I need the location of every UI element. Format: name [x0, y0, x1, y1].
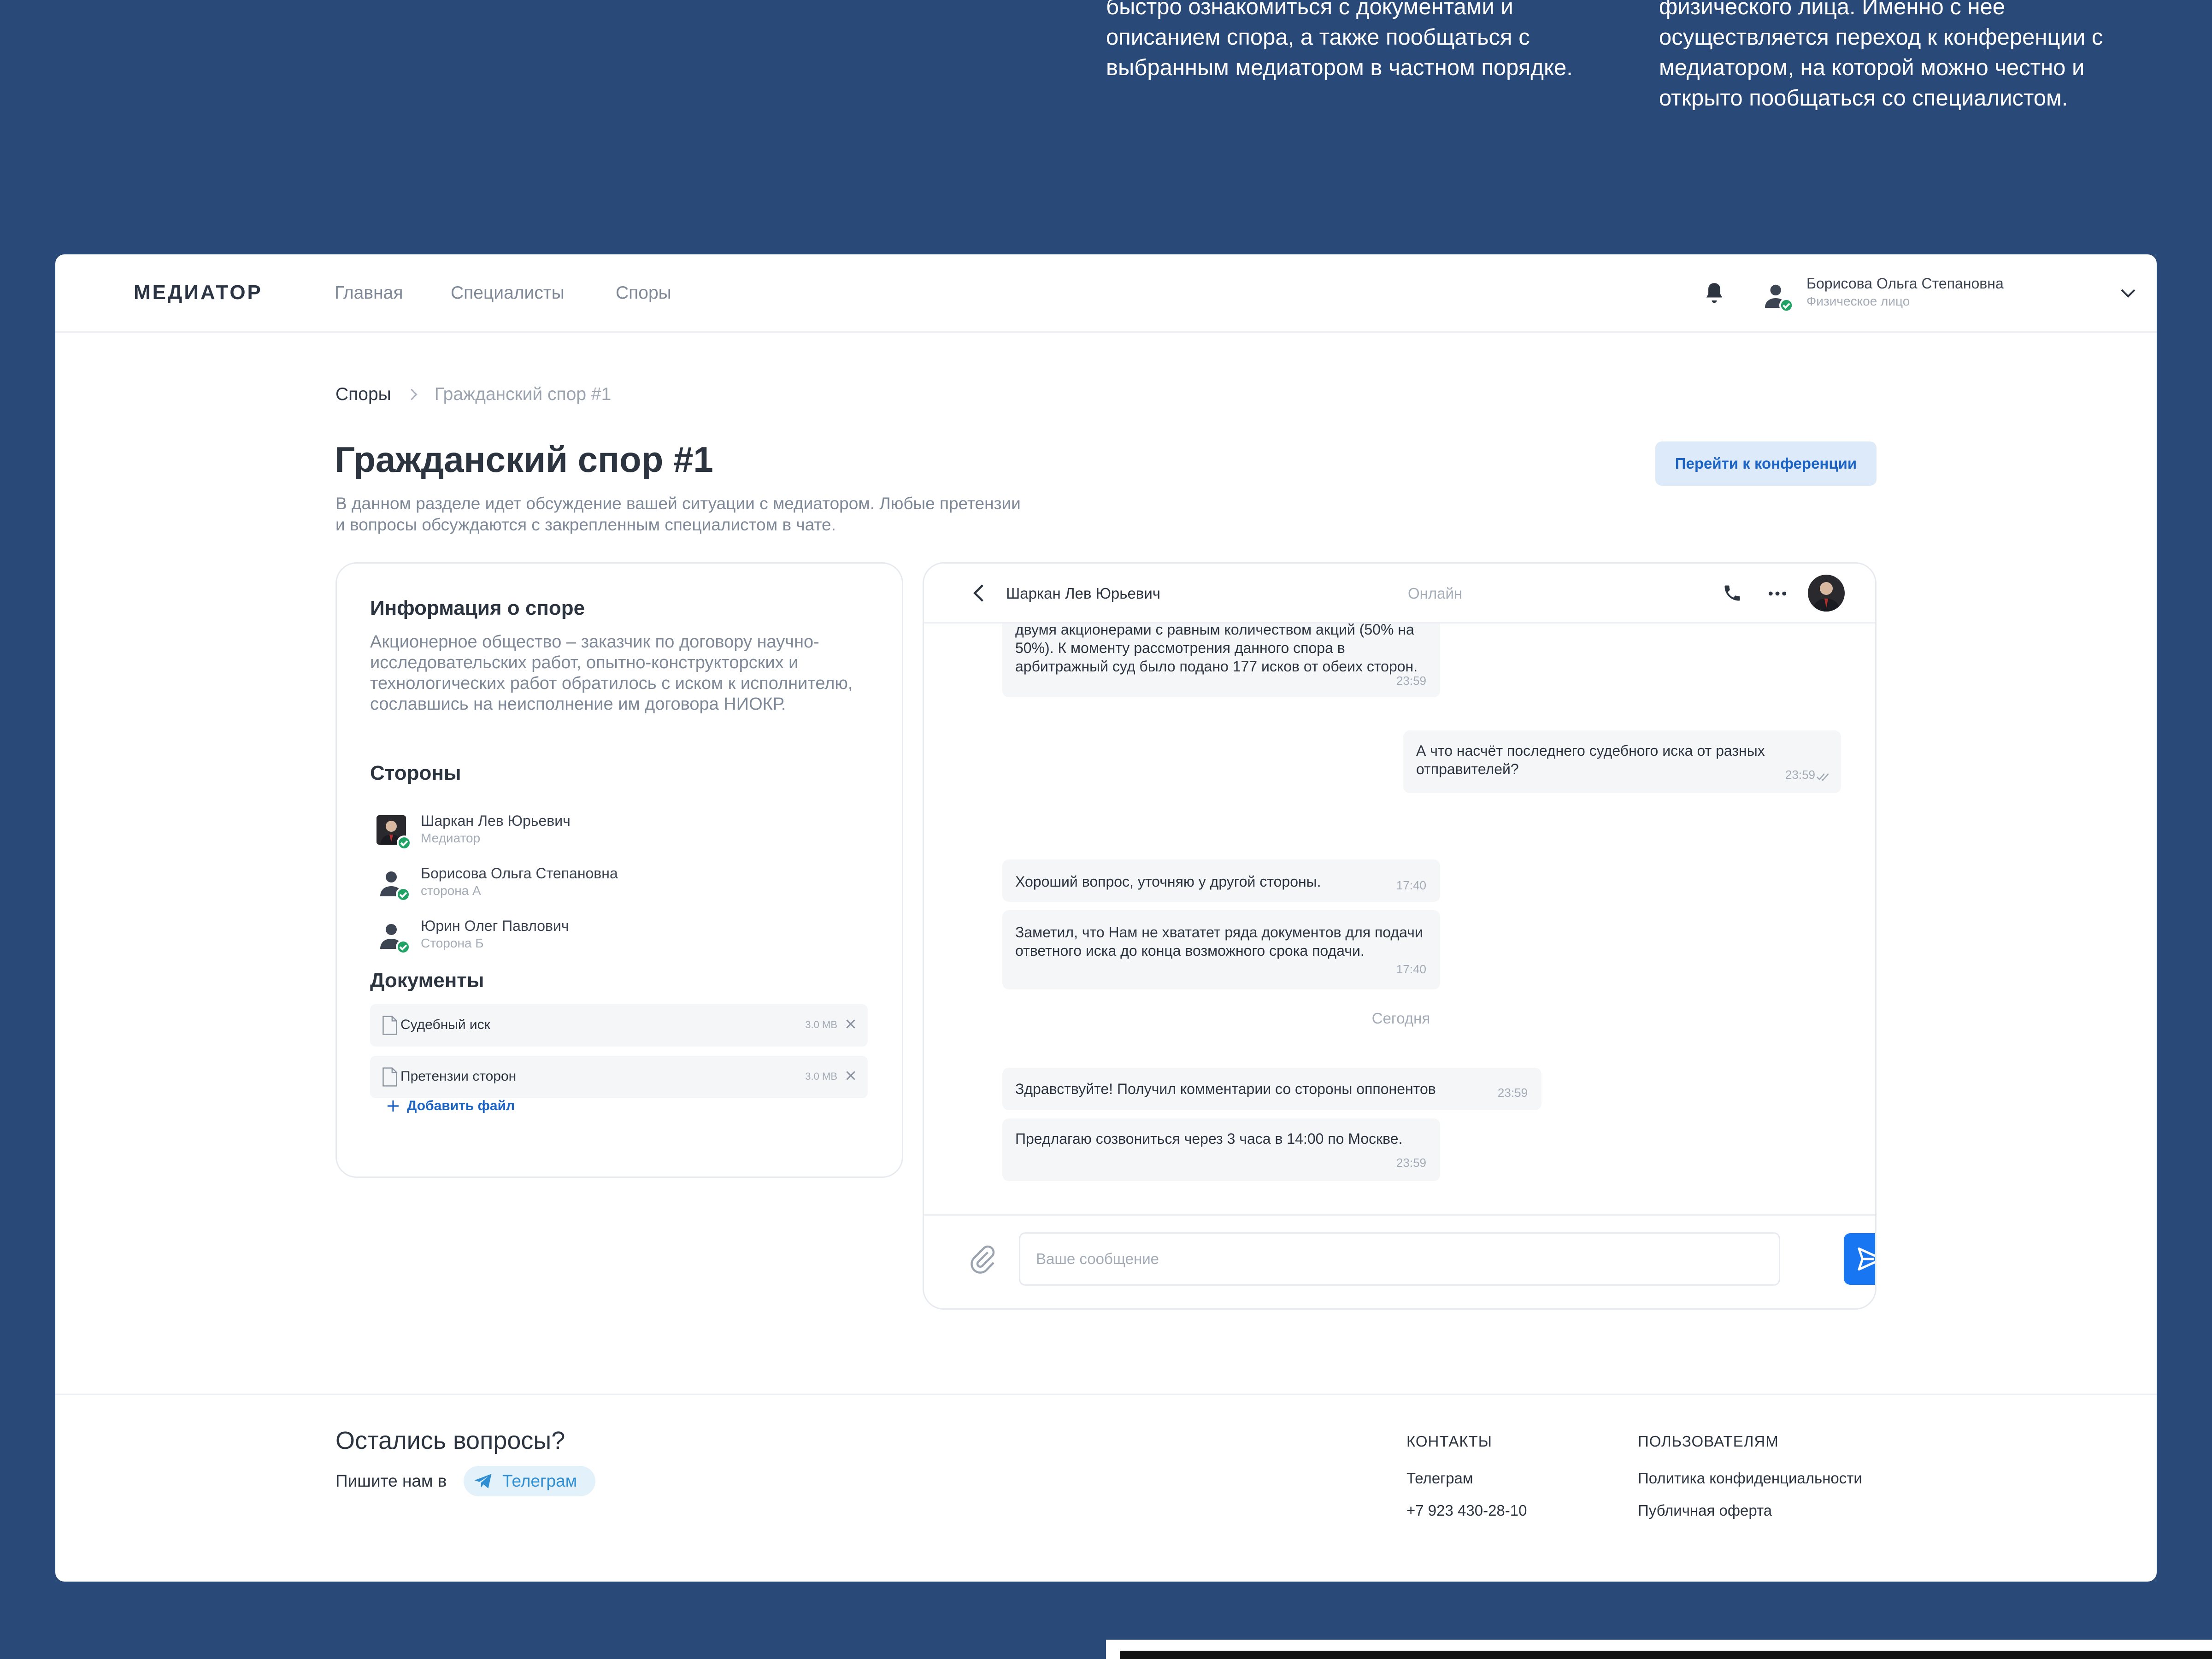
telegram-label: Телеграм — [502, 1471, 577, 1490]
message-incoming: Хороший вопрос, уточняю у другой стороны… — [1002, 859, 1440, 902]
attachment-icon[interactable] — [968, 1241, 996, 1275]
file-icon — [382, 1067, 397, 1087]
back-arrow-icon[interactable] — [970, 583, 988, 603]
message-text: Хороший вопрос, уточняю у другой стороны… — [1015, 873, 1321, 890]
contact-telegram-link[interactable]: Телеграм — [1406, 1470, 1473, 1487]
user-name[interactable]: Борисова Ольга Степановна — [1806, 275, 2004, 292]
user-verified-icon — [380, 871, 411, 902]
message-input[interactable] — [1019, 1232, 1780, 1286]
user-verified-icon[interactable] — [1762, 281, 1794, 313]
nav-link-home[interactable]: Главная — [335, 283, 403, 303]
privacy-policy-link[interactable]: Политика конфиденциальности — [1638, 1470, 1862, 1487]
go-to-conference-button[interactable]: Перейти к конференции — [1655, 441, 1877, 486]
document-item[interactable]: Судебный иск 3.0 MB — [370, 1004, 868, 1047]
documents-title: Документы — [370, 969, 484, 992]
party-name: Шаркан Лев Юрьевич — [421, 812, 571, 829]
message-text: Здравствуйте! Получил комментарии со сто… — [1015, 1081, 1436, 1097]
message-incoming: двумя акционерами с равным количеством а… — [1002, 624, 1440, 697]
file-icon — [382, 1016, 397, 1035]
footer-write-us: Пишите нам в — [335, 1471, 447, 1490]
parties-title: Стороны — [370, 762, 461, 784]
add-file-button[interactable]: Добавить файл — [387, 1098, 515, 1114]
message-time: 23:59 — [1785, 768, 1815, 782]
party-item[interactable]: Шаркан Лев Юрьевич Медиатор — [375, 812, 835, 854]
add-file-label: Добавить файл — [407, 1098, 515, 1113]
party-role: Сторона Б — [421, 936, 484, 950]
document-name: Судебный иск — [400, 1017, 490, 1032]
read-checkmarks-icon — [1816, 773, 1829, 781]
info-text: Акционерное общество – заказчик по догов… — [370, 632, 853, 714]
page-title: Гражданский спор #1 — [335, 439, 713, 480]
chevron-right-icon — [411, 388, 418, 400]
chat-header: Шаркан Лев Юрьевич Онлайн — [924, 564, 1875, 624]
user-verified-icon — [380, 924, 411, 954]
public-offer-link[interactable]: Публичная оферта — [1638, 1502, 1772, 1519]
intro-text-left: быстро ознакомиться с документами и опис… — [1106, 0, 1573, 80]
footer: Остались вопросы? Пишите нам в Телеграм … — [55, 1394, 2157, 1582]
contact-phone-link[interactable]: +7 923 430-28-10 — [1406, 1502, 1527, 1519]
message-outgoing: А что насчёт последнего судебного иска о… — [1403, 730, 1841, 793]
send-icon — [1858, 1247, 1875, 1271]
close-icon[interactable] — [845, 1018, 857, 1030]
document-size: 3.0 MB — [805, 1019, 837, 1030]
user-role: Физическое лицо — [1806, 294, 1910, 308]
chat-panel: Шаркан Лев Юрьевич Онлайн двумя акционер… — [923, 562, 1877, 1310]
mediator-avatar — [377, 815, 412, 850]
document-size: 3.0 MB — [805, 1071, 837, 1082]
page-description: В данном разделе идет обсуждение вашей с… — [335, 494, 1021, 534]
party-item[interactable]: Юрин Олег Павлович Сторона Б — [375, 918, 835, 959]
chat-status: Онлайн — [1408, 585, 1463, 602]
breadcrumb-disputes[interactable]: Споры — [335, 384, 391, 405]
message-list[interactable]: двумя акционерами с равным количеством а… — [924, 624, 1875, 1214]
message-text: Заметил, что Нам не хвататет ряда докуме… — [1015, 924, 1423, 959]
party-item[interactable]: Борисова Ольга Степановна сторона А — [375, 865, 835, 906]
message-time: 17:40 — [1396, 962, 1426, 976]
party-role: сторона А — [421, 883, 481, 898]
telegram-link-badge[interactable]: Телеграм — [464, 1466, 596, 1496]
close-icon[interactable] — [845, 1070, 857, 1082]
message-time: 23:59 — [1497, 1086, 1528, 1100]
telegram-icon — [474, 1474, 492, 1488]
info-title: Информация о споре — [370, 597, 585, 619]
contact-avatar[interactable] — [1808, 575, 1845, 612]
message-text: А что насчёт последнего судебного иска о… — [1416, 742, 1765, 777]
message-time: 23:59 — [1396, 1156, 1426, 1170]
top-navbar: МЕДИАТОР Главная Специалисты Споры Борис… — [55, 254, 2157, 333]
logo[interactable]: МЕДИАТОР — [134, 281, 263, 304]
breadcrumb-current: Гражданский спор #1 — [434, 384, 612, 404]
next-screen-preview-inner — [1120, 1651, 2212, 1659]
phone-icon[interactable] — [1722, 583, 1742, 603]
nav-link-specialists[interactable]: Специалисты — [451, 283, 565, 303]
message-incoming: Заметил, что Нам не хвататет ряда докуме… — [1002, 910, 1440, 989]
breadcrumb: Споры Гражданский спор #1 — [335, 384, 611, 405]
send-button[interactable] — [1844, 1233, 1875, 1285]
party-name: Юрин Олег Павлович — [421, 918, 569, 934]
app-window: МЕДИАТОР Главная Специалисты Споры Борис… — [55, 254, 2157, 1582]
message-composer — [924, 1214, 1875, 1308]
message-text: Предлагаю созвониться через 3 часа в 14:… — [1015, 1130, 1403, 1147]
contacts-heading: КОНТАКТЫ — [1406, 1433, 1493, 1450]
message-time: 17:40 — [1396, 878, 1426, 892]
document-name: Претензии сторон — [400, 1069, 517, 1084]
message-incoming: Предлагаю созвониться через 3 часа в 14:… — [1002, 1118, 1440, 1181]
party-name: Борисова Ольга Степановна — [421, 865, 618, 882]
date-divider: Сегодня — [1371, 1010, 1430, 1027]
users-heading: ПОЛЬЗОВАТЕЛЯМ — [1638, 1433, 1779, 1450]
message-time: 23:59 — [1396, 674, 1426, 688]
more-options-icon[interactable] — [1767, 587, 1788, 600]
footer-title: Остались вопросы? — [335, 1427, 565, 1454]
dispute-info-panel: Информация о споре Акционерное общество … — [335, 562, 903, 1178]
party-role: Медиатор — [421, 831, 481, 845]
message-incoming: Здравствуйте! Получил комментарии со сто… — [1002, 1068, 1541, 1110]
nav-link-disputes[interactable]: Споры — [616, 283, 671, 303]
chevron-down-icon[interactable] — [2119, 287, 2137, 300]
message-text: двумя акционерами с равным количеством а… — [1015, 624, 1418, 675]
document-item[interactable]: Претензии сторон 3.0 MB — [370, 1056, 868, 1098]
bell-icon[interactable] — [1702, 281, 1726, 307]
plus-icon — [388, 1100, 399, 1112]
intro-text-right: физического лица. Именно с нее осуществл… — [1659, 0, 2103, 111]
chat-contact-name: Шаркан Лев Юрьевич — [1006, 585, 1160, 602]
